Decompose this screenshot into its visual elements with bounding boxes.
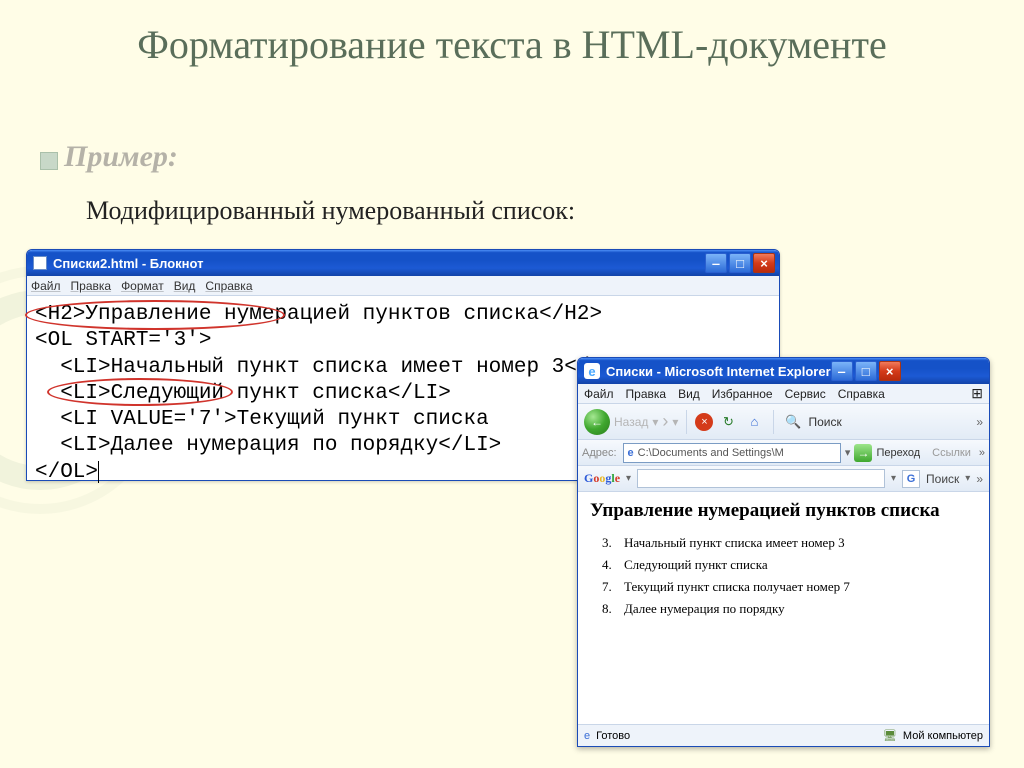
status-zone: Мой компьютер [903,730,983,742]
address-label: Адрес: [582,447,617,459]
ordered-list: 3.Начальный пункт списка имеет номер 3 4… [590,535,979,617]
list-item: 4.Следующий пункт списка [624,557,979,573]
highlight-ellipse-li [47,378,233,406]
close-button[interactable]: × [879,361,901,381]
ie-toolbar: ← Назад ▾ › ▾ × ↻ ⌂ 🔍 Поиск » [578,404,989,440]
google-logo[interactable]: Google [584,471,620,486]
ie-window: e Списки - Microsoft Internet Explorer ‒… [577,357,990,747]
home-button[interactable]: ⌂ [743,411,765,433]
chevron-more-icon[interactable]: » [976,415,983,429]
menu-edit[interactable]: Правка [626,387,667,401]
menu-edit[interactable]: Правка [71,279,112,293]
ie-menubar: Файл Правка Вид Избранное Сервис Справка… [578,384,989,404]
dropdown-icon[interactable]: ▾ [965,473,970,484]
windows-flag-icon: ⊞ [971,385,983,402]
dropdown-icon[interactable]: ▾ [672,415,678,429]
google-search-input[interactable] [637,469,885,488]
ie-statusbar: e Готово 🖥 Мой компьютер [578,724,989,746]
document-icon [33,256,47,270]
chevron-more-icon[interactable]: » [976,472,983,486]
ie-addressbar: Адрес: e C:\Documents and Settings\М ▾ →… [578,440,989,466]
address-input[interactable]: e C:\Documents and Settings\М [623,443,841,463]
menu-view[interactable]: Вид [174,279,196,293]
google-search-button[interactable]: G [902,470,920,488]
forward-icon: › [662,411,668,432]
menu-favorites[interactable]: Избранное [712,387,773,401]
my-computer-icon: 🖥 [883,729,897,742]
google-toolbar: Google ▾ ▾ G Поиск ▾ » [578,466,989,492]
ie-title: Списки - Microsoft Internet Explorer [606,364,831,379]
slide-title: Форматирование текста в HTML-документе [0,0,1024,68]
menu-help[interactable]: Справка [205,279,252,293]
maximize-button[interactable]: □ [855,361,877,381]
list-item: 7.Текущий пункт списка получает номер 7 [624,579,979,595]
minimize-button[interactable]: ‒ [831,361,853,381]
menu-view[interactable]: Вид [678,387,700,401]
dropdown-icon[interactable]: ▾ [845,446,851,459]
links-label[interactable]: Ссылки [932,447,971,459]
chevron-more-icon[interactable]: » [979,447,985,459]
page-heading: Управление нумерацией пунктов списка [590,500,979,523]
go-label[interactable]: Переход [876,447,920,459]
bullet-icon [40,152,58,170]
notepad-title: Списки2.html - Блокнот [53,256,204,271]
menu-format[interactable]: Формат [121,279,164,293]
menu-file[interactable]: Файл [31,279,61,293]
dropdown-icon[interactable]: ▾ [626,473,631,484]
search-icon[interactable]: 🔍 [782,411,804,433]
stop-button[interactable]: × [695,413,713,431]
highlight-ellipse-h2 [25,300,285,330]
dropdown-icon[interactable]: ▾ [891,473,896,484]
maximize-button[interactable]: □ [729,253,751,273]
menu-file[interactable]: Файл [584,387,614,401]
close-button[interactable]: × [753,253,775,273]
ie-titlebar[interactable]: e Списки - Microsoft Internet Explorer ‒… [578,358,989,384]
example-label: Пример: [64,140,178,174]
notepad-menubar: Файл Правка Формат Вид Справка [27,276,779,296]
ie-icon: e [584,363,600,379]
notepad-titlebar[interactable]: Списки2.html - Блокнот ‒ □ × [27,250,779,276]
refresh-button[interactable]: ↻ [717,411,739,433]
go-button[interactable]: → [854,444,872,462]
ie-page-content: Управление нумерацией пунктов списка 3.Н… [578,492,989,629]
minimize-button[interactable]: ‒ [705,253,727,273]
list-item: 8.Далее нумерация по порядку [624,601,979,617]
search-label[interactable]: Поиск [808,415,841,429]
back-label: Назад [614,415,648,429]
google-search-label[interactable]: Поиск [926,472,959,486]
back-button[interactable]: ← [584,409,610,435]
code-line: <OL START='3'> [35,328,771,354]
text-cursor [98,461,99,483]
menu-tools[interactable]: Сервис [785,387,826,401]
done-icon: e [584,730,590,742]
address-value: C:\Documents and Settings\М [638,447,784,459]
status-done: Готово [596,730,630,742]
menu-help[interactable]: Справка [838,387,885,401]
slide-subdescription: Модифицированный нумерованный список: [86,196,575,226]
page-icon: e [628,447,634,459]
list-item: 3.Начальный пункт списка имеет номер 3 [624,535,979,551]
dropdown-icon[interactable]: ▾ [652,415,658,429]
